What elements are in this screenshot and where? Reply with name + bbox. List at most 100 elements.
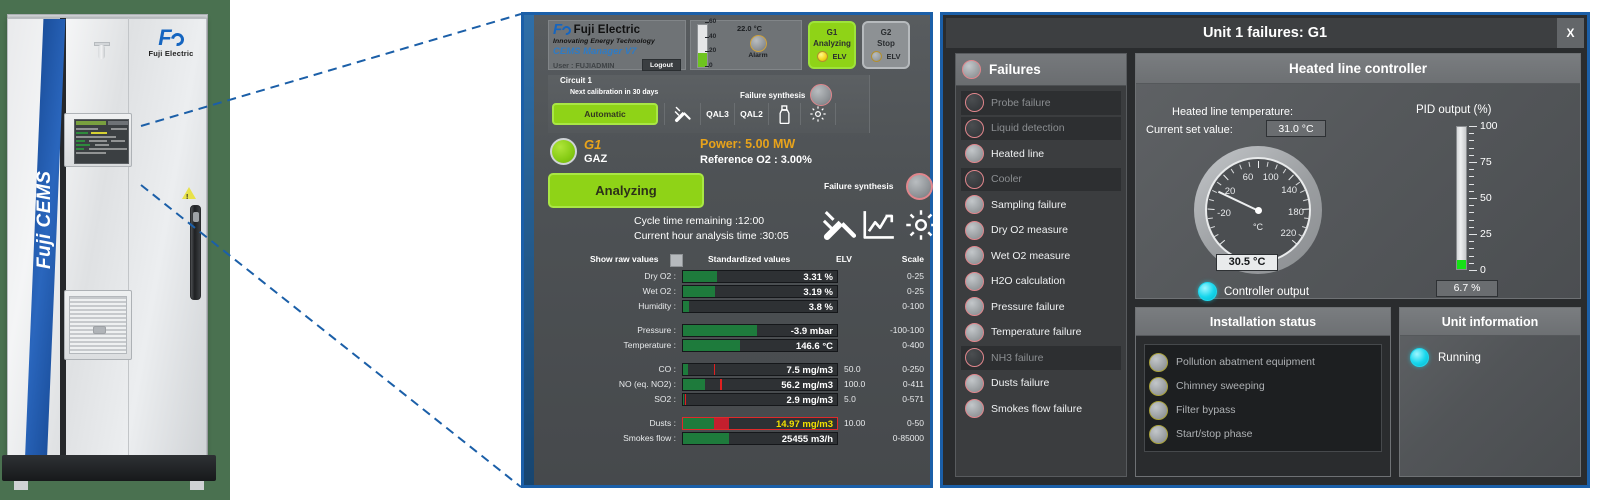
show-raw-values-label: Show raw values — [590, 254, 659, 264]
failure-item[interactable]: Probe failure — [961, 91, 1121, 115]
failure-item[interactable]: Dry O2 measure — [961, 219, 1121, 243]
pid-tick — [1469, 212, 1474, 214]
unit-button-g1[interactable]: G1 Analyzing ELV — [808, 21, 856, 69]
measurement-label: Smokes flow : — [623, 433, 676, 443]
measurement-scale: 0-400 — [902, 340, 924, 350]
circuit-toolbar: Circuit 1 Next calibration in 30 days Fa… — [548, 75, 870, 133]
failure-led — [965, 93, 984, 113]
pid-tick — [1469, 183, 1474, 185]
cabinet-door-handle — [190, 205, 201, 300]
pid-tick-label: 50 — [1480, 192, 1492, 204]
measurement-bargraph: 3.8 % — [682, 300, 838, 313]
wrench-icon[interactable] — [664, 103, 700, 125]
failure-label: Dry O2 measure — [991, 224, 1069, 237]
unit-g2-state: Stop — [877, 39, 895, 48]
failure-label: Heated line — [991, 147, 1045, 160]
unit-g2-id: G2 — [880, 28, 892, 37]
bargraph-fill — [683, 364, 688, 375]
measurement-value: 14.97 mg/m3 — [775, 419, 833, 430]
setpoint-value[interactable]: 31.0 °C — [1266, 120, 1326, 137]
controller-output-label: Controller output — [1224, 285, 1310, 298]
unit-information-title: Unit information — [1400, 308, 1580, 336]
col-elv: ELV — [836, 254, 852, 264]
gauge-tick — [1275, 164, 1278, 170]
gear-icon[interactable] — [904, 208, 938, 247]
show-raw-values-checkbox[interactable] — [670, 254, 683, 267]
unit-g1-led — [817, 51, 829, 62]
qal3-button[interactable]: QAL3 — [700, 103, 734, 125]
cabinet-temp-tick: 40 — [704, 32, 717, 40]
automatic-mode-button[interactable]: Automatic — [552, 103, 658, 125]
hmi-left-rail — [524, 15, 534, 485]
measurement-label: Pressure : — [637, 325, 676, 335]
measurement-elv: 100.0 — [844, 379, 866, 389]
failures-summary-led — [962, 60, 981, 79]
pid-tick — [1469, 198, 1477, 200]
failures-header: Failures — [956, 54, 1126, 86]
calibration-note: Next calibration in 30 days — [570, 89, 659, 96]
failure-item[interactable]: NH3 failure — [961, 346, 1121, 370]
measurement-row: Smokes flow : 25455 m3/h 0-85000 — [548, 432, 926, 446]
col-scale: Scale — [901, 254, 924, 264]
unit-failure-synthesis-led[interactable] — [906, 173, 933, 200]
qal2-button[interactable]: QAL2 — [734, 103, 768, 125]
close-icon[interactable]: X — [1557, 18, 1584, 48]
pid-tick — [1469, 154, 1474, 156]
logout-button[interactable]: Logout — [641, 59, 681, 71]
measurement-row: SO2 : 2.9 mg/m3 5.0 0-571 — [548, 393, 926, 407]
gauge-tick-label: 220 — [1280, 228, 1297, 240]
measurement-label: CO : — [658, 364, 676, 374]
brand-block: F Fuji Electric Innovating Energy Techno… — [548, 20, 686, 71]
failure-item[interactable]: Heated line — [961, 142, 1121, 166]
failure-item[interactable]: Cooler — [961, 167, 1121, 191]
gear-icon[interactable] — [800, 103, 836, 125]
failure-item[interactable]: Temperature failure — [961, 321, 1121, 345]
gauge-unit: °C — [1252, 222, 1264, 233]
measurement-scale: 0-411 — [902, 379, 924, 389]
failure-item[interactable]: Wet O2 measure — [961, 244, 1121, 268]
measurement-value: 146.6 °C — [795, 341, 833, 352]
gas-bottle-icon[interactable] — [768, 103, 800, 125]
cabinet-temp-value: 22.0 °C — [737, 24, 763, 33]
cabinet-temp-tick: 20 — [704, 47, 717, 55]
gauge-tick-label: 20 — [1224, 186, 1236, 198]
gauge-face: °C -20 20 60 100 140 180 220 — [1205, 157, 1311, 263]
gauge-tick — [1298, 233, 1304, 238]
bargraph-fill — [683, 325, 757, 336]
failure-item[interactable]: Sampling failure — [961, 193, 1121, 217]
cabinet-temp-tick: 60 — [704, 18, 717, 25]
wrench-icon[interactable] — [822, 208, 857, 247]
table-group-gap — [548, 407, 926, 416]
unit-button-g2[interactable]: G2 Stop ELV — [862, 21, 910, 69]
installation-status-item[interactable]: Filter bypass — [1149, 398, 1377, 422]
failure-led — [965, 373, 984, 393]
failure-led — [965, 144, 984, 164]
unit-g2-led — [871, 51, 883, 62]
bargraph-fill — [683, 271, 717, 282]
measurement-scale: -100-100 — [889, 325, 924, 335]
bargraph-fill — [683, 301, 690, 312]
pid-output-title: PID output (%) — [1416, 104, 1492, 116]
brand-name: Fuji Electric — [573, 24, 641, 36]
setpoint-label: Current set value: — [1146, 124, 1233, 136]
analyzing-state-button[interactable]: Analyzing — [548, 173, 704, 208]
pid-tick — [1469, 262, 1474, 264]
installation-status-item[interactable]: Pollution abatment equipment — [1149, 350, 1377, 374]
gauge-tick — [1299, 189, 1305, 194]
installation-status-item[interactable]: Start/stop phase — [1149, 422, 1377, 446]
failure-item[interactable]: Pressure failure — [961, 295, 1121, 319]
pid-output-bargraph — [1456, 126, 1467, 270]
installation-status-item[interactable]: Chimney sweeping — [1149, 374, 1377, 398]
fe-logo-icon: F — [553, 22, 573, 37]
failure-item[interactable]: Smokes flow failure — [961, 397, 1121, 421]
controller-output-row: Controller output — [1198, 282, 1309, 301]
trend-chart-icon[interactable] — [862, 208, 898, 247]
measurement-value: 3.19 % — [803, 287, 833, 298]
measurement-value: -3.9 mbar — [790, 326, 833, 337]
failure-item[interactable]: H2O calculation — [961, 270, 1121, 294]
failure-led — [965, 118, 984, 138]
unit-g1-state: Analyzing — [813, 39, 851, 48]
failure-item[interactable]: Dusts failure — [961, 372, 1121, 396]
installation-led — [1149, 400, 1168, 420]
failure-item[interactable]: Liquid detection — [961, 116, 1121, 140]
